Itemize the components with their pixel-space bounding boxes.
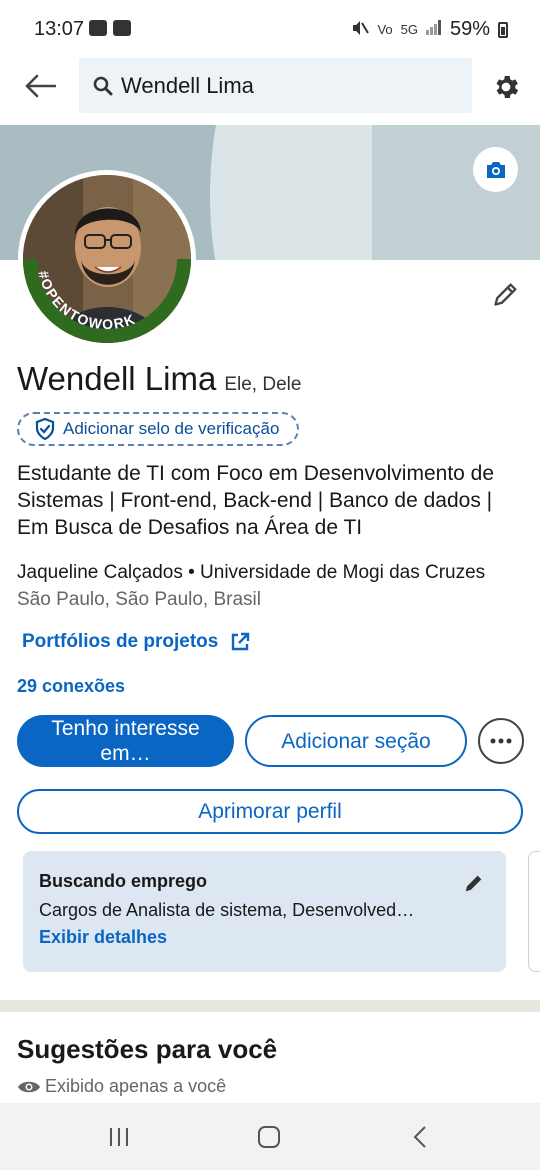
camera-icon: [486, 161, 505, 178]
edit-otw-button[interactable]: [462, 871, 486, 895]
status-time: 13:07: [34, 18, 85, 40]
verify-label: Adicionar selo de verificação: [63, 419, 280, 438]
private-note: Exibido apenas a você: [17, 1076, 226, 1097]
connections-link[interactable]: 29 conexões: [17, 676, 125, 697]
status-right: Vo 5G 59%: [351, 18, 508, 41]
search-input[interactable]: [121, 72, 451, 99]
youtube-icon: [113, 20, 131, 36]
next-card-peek[interactable]: [528, 851, 540, 972]
otw-title: Buscando emprego: [39, 871, 208, 891]
home-icon: [258, 1126, 280, 1148]
image-icon: [89, 20, 107, 36]
gear-icon: [496, 76, 519, 98]
home-button[interactable]: [249, 1123, 289, 1151]
private-note-label: Exibido apenas a você: [45, 1076, 227, 1096]
recents-icon: [110, 1128, 128, 1146]
add-verification-button[interactable]: Adicionar selo de verificação: [17, 412, 299, 446]
avatar: #OPENTOWORK: [23, 175, 191, 343]
more-button[interactable]: [478, 718, 524, 764]
pencil-icon: [465, 875, 482, 892]
edit-intro-button[interactable]: [488, 276, 524, 312]
external-link-icon: [232, 632, 250, 651]
open-to-button[interactable]: Tenho interesse em…: [17, 715, 234, 767]
volte-icon: Vo: [377, 22, 393, 37]
arrow-left-icon: [25, 74, 56, 98]
website-label: Portfólios de projetos: [22, 631, 219, 652]
avatar-photo: #OPENTOWORK: [23, 175, 191, 343]
show-details-link[interactable]: Exibir detalhes: [39, 927, 167, 948]
mute-icon: [351, 19, 370, 40]
section-divider: [0, 1000, 540, 1012]
open-to-work-card: Buscando emprego Cargos de Analista de s…: [23, 851, 506, 972]
more-dots-icon: [490, 738, 512, 744]
signal-icon: [425, 18, 442, 41]
profile-photo[interactable]: #OPENTOWORK: [18, 170, 196, 348]
system-nav-bar: [0, 1103, 540, 1170]
network-label: 5G: [400, 22, 418, 37]
pencil-icon: [494, 283, 517, 306]
enhance-profile-button[interactable]: Aprimorar perfil: [17, 789, 523, 834]
battery-percent: 59%: [449, 18, 490, 40]
profile-headline: Estudante de TI com Foco em Desenvolvime…: [17, 462, 495, 539]
shield-check-icon: [35, 418, 55, 440]
eye-icon: [18, 1081, 40, 1092]
status-bar: 13:07 Vo 5G 59%: [0, 0, 540, 58]
battery-icon: [498, 21, 508, 38]
system-back-button[interactable]: [400, 1123, 440, 1151]
otw-description: Cargos de Analista de sistema, Desenvolv…: [39, 900, 415, 920]
search-icon: [93, 76, 113, 95]
back-button[interactable]: [22, 70, 58, 102]
add-section-button[interactable]: Adicionar seção: [245, 715, 467, 767]
pronouns: Ele, Dele: [224, 374, 302, 395]
settings-button[interactable]: [489, 70, 523, 104]
search-bar[interactable]: [79, 58, 472, 113]
profile-name: Wendell Lima: [17, 360, 217, 397]
chevron-left-icon: [413, 1126, 426, 1148]
recent-apps-button[interactable]: [99, 1123, 139, 1151]
location: São Paulo, São Paulo, Brasil: [17, 589, 261, 610]
name-row: Wendell Lima Ele, Dele: [17, 360, 301, 398]
notification-icons: [89, 20, 131, 36]
website-link[interactable]: Portfólios de projetos: [22, 631, 250, 653]
company-education[interactable]: Jaqueline Calçados • Universidade de Mog…: [17, 562, 485, 584]
suggestions-title: Sugestões para você: [17, 1034, 278, 1064]
search-header: [0, 58, 540, 116]
edit-cover-button[interactable]: [473, 147, 518, 192]
